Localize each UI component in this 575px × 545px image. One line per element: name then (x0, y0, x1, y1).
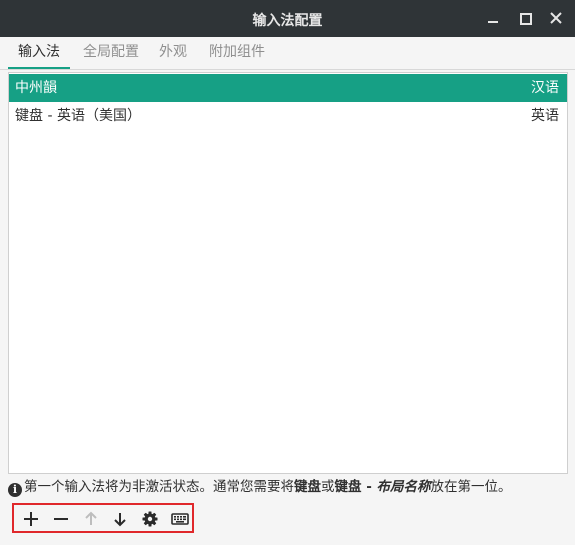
add-input-method-button[interactable] (20, 508, 42, 530)
input-method-toolbar (12, 503, 194, 533)
move-down-button[interactable] (109, 508, 131, 530)
close-button[interactable] (546, 8, 566, 28)
tab-bar: 输入法 全局配置 外观 附加组件 (0, 37, 575, 70)
tab-input-method[interactable]: 输入法 (8, 37, 70, 69)
close-icon (550, 12, 562, 24)
input-method-name: 中州韻 (15, 80, 57, 96)
keyboard-layout-button[interactable] (169, 508, 191, 530)
list-item[interactable]: 键盘 - 英语（美国） 英语 (9, 102, 567, 130)
hint-keyword-keyboard: 键盘 (294, 479, 321, 495)
hint-keyword-layout-name: 布局名称 (376, 479, 431, 495)
list-item[interactable]: 中州韻 汉语 (9, 74, 567, 102)
keyboard-layout-icon (171, 513, 189, 525)
tab-global-config[interactable]: 全局配置 (76, 37, 146, 68)
settings-icon (142, 511, 158, 527)
add-icon (24, 512, 38, 526)
hint-text: i 第一个输入法将为非激活状态。通常您需要将键盘或键盘 - 布局名称放在第一位。 (8, 477, 512, 497)
configure-input-method-button[interactable] (139, 508, 161, 530)
input-method-language: 英语 (531, 108, 559, 124)
input-method-list[interactable]: 中州韻 汉语 键盘 - 英语（美国） 英语 (8, 72, 568, 474)
tab-appearance[interactable]: 外观 (152, 37, 194, 68)
minimize-button[interactable] (483, 8, 503, 28)
tab-addons[interactable]: 附加组件 (200, 37, 274, 68)
input-method-name: 键盘 - 英语（美国） (15, 108, 141, 124)
hint-keyword-keyboard-layout: 键盘 - (334, 479, 377, 495)
remove-input-method-button[interactable] (50, 508, 72, 530)
info-icon: i (8, 483, 22, 497)
input-method-language: 汉语 (531, 80, 559, 96)
maximize-icon (520, 13, 532, 25)
minimize-icon (488, 21, 498, 23)
remove-icon (54, 518, 68, 520)
move-up-icon (85, 511, 97, 525)
hint-prefix: 第一个输入法将为非激活状态。通常您需要将 (24, 479, 294, 495)
maximize-button[interactable] (515, 8, 535, 28)
title-bar[interactable]: 输入法配置 (0, 0, 575, 37)
hint-suffix: 放在第一位。 (430, 479, 512, 495)
hint-middle: 或 (321, 479, 335, 495)
move-up-button[interactable] (80, 508, 102, 530)
move-down-icon (114, 513, 126, 527)
input-method-config-window: 输入法配置 输入法 全局配置 外观 附加组件 中州韻 汉语 键盘 - 英语（美国… (0, 0, 575, 545)
